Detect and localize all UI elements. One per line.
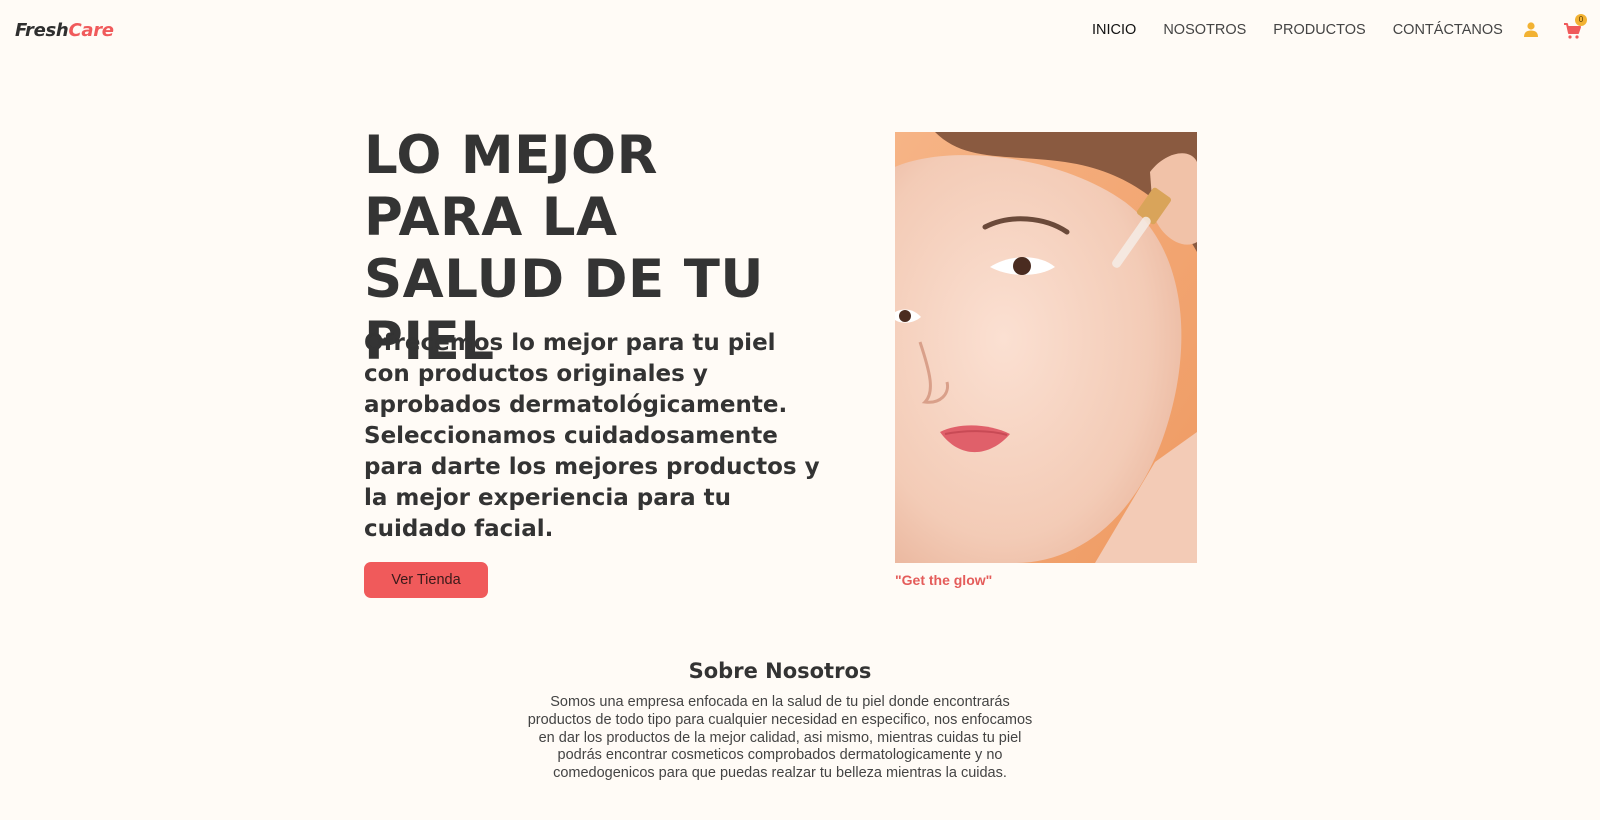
nav-item-nosotros[interactable]: NOSOTROS (1163, 20, 1246, 40)
about-section-title: Sobre Nosotros (688, 659, 872, 683)
nav-menu: INICIO NOSOTROS PRODUCTOS CONTÁCTANOS (1092, 20, 1503, 40)
about-section-text: Somos una empresa enfocada en la salud d… (527, 694, 1033, 782)
woman-with-dropper-illustration (895, 132, 1197, 563)
user-button[interactable] (1522, 20, 1540, 38)
nav-item-inicio[interactable]: INICIO (1092, 20, 1136, 40)
hero-image (895, 132, 1197, 563)
cart-button[interactable]: 0 (1563, 14, 1587, 40)
hero-description: Ofrecemos lo mejor para tu piel con prod… (364, 330, 820, 542)
hero-image-caption: "Get the glow" (895, 572, 993, 588)
ver-tienda-button[interactable]: Ver Tienda (364, 562, 488, 598)
nav-item-productos[interactable]: PRODUCTOS (1273, 20, 1365, 40)
cart-count-badge: 0 (1575, 14, 1587, 26)
brand-logo-part1: Fresh (15, 20, 69, 41)
navbar: FreshCare INICIO NOSOTROS PRODUCTOS CONT… (0, 0, 1600, 62)
user-icon (1524, 22, 1538, 37)
brand-logo-part2: Care (68, 20, 114, 41)
brand-logo[interactable]: FreshCare (15, 20, 114, 41)
nav-item-contactanos[interactable]: CONTÁCTANOS (1393, 20, 1503, 40)
